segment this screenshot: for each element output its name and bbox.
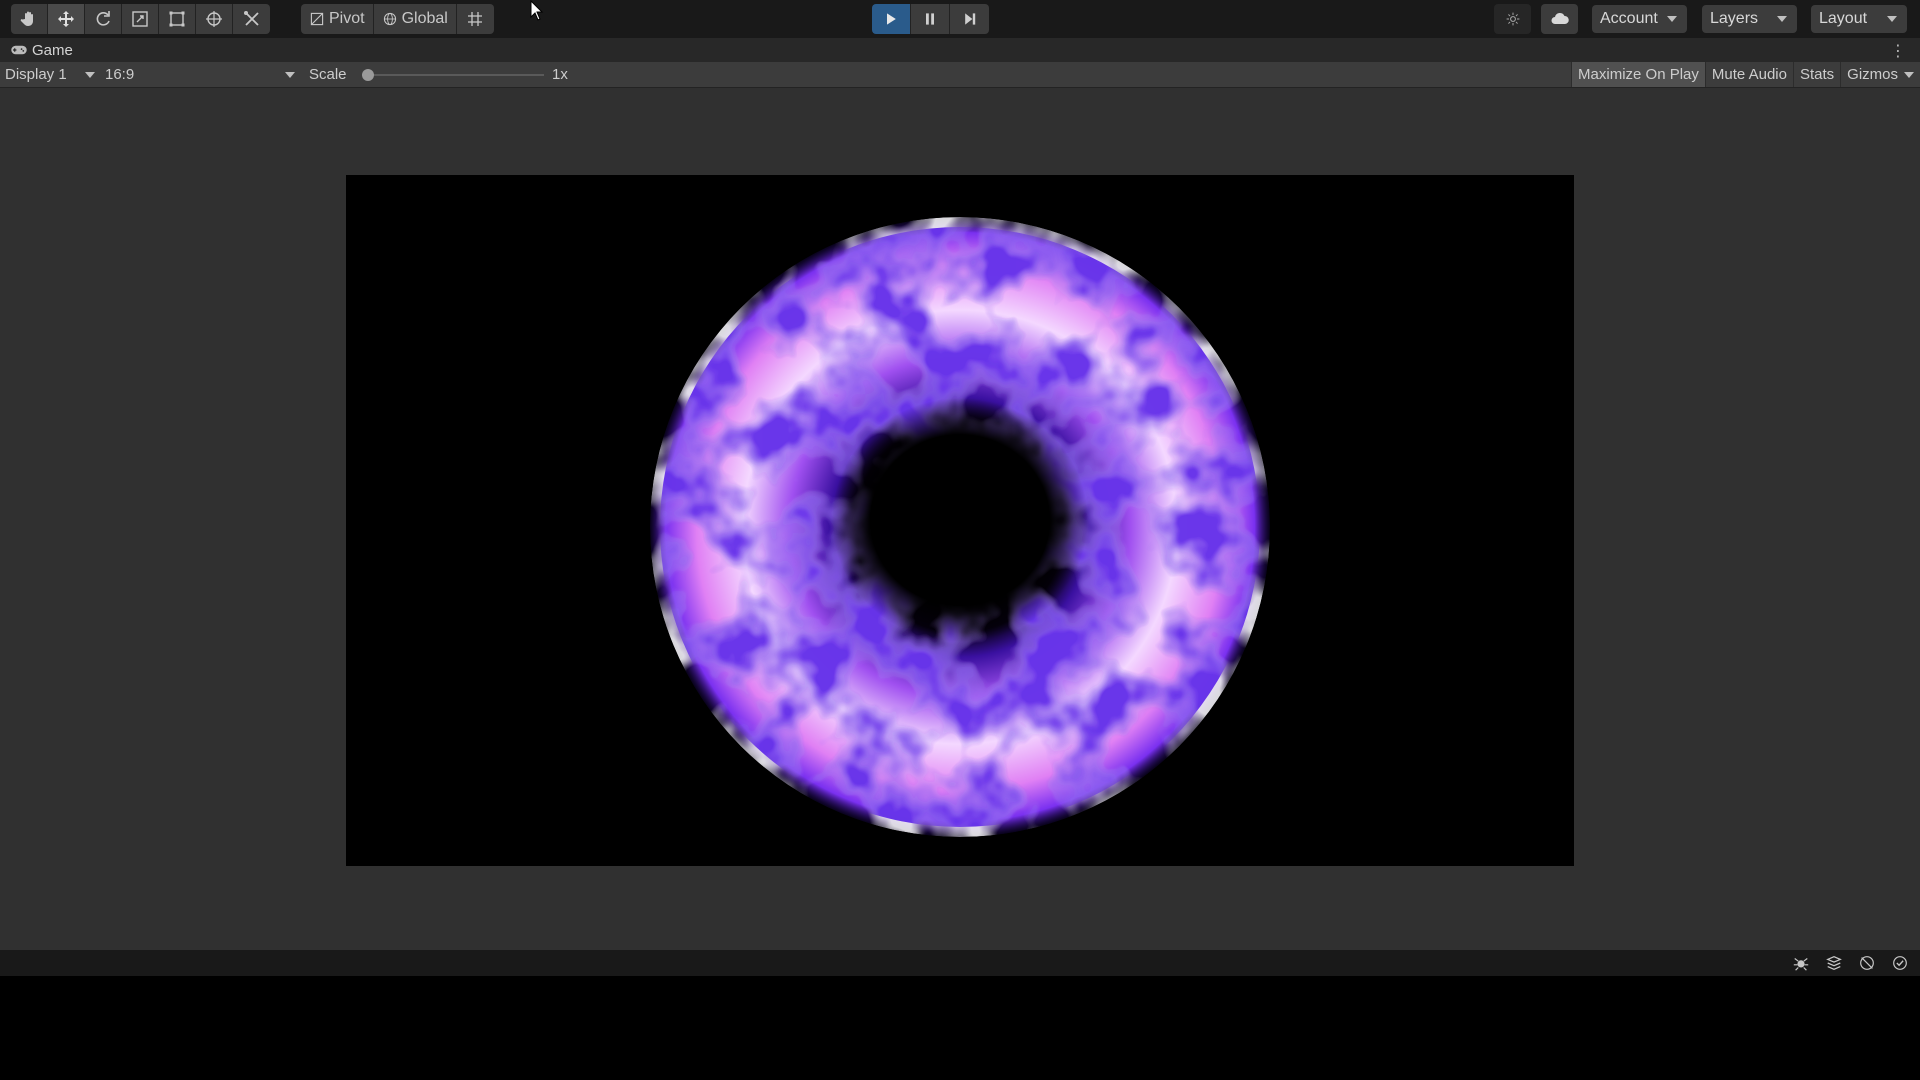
- gamepad-icon: [11, 45, 27, 55]
- layers-stack-icon[interactable]: [1824, 953, 1844, 973]
- maximize-on-play-toggle[interactable]: Maximize On Play: [1571, 62, 1705, 87]
- game-tab[interactable]: Game: [10, 42, 73, 59]
- stats-toggle[interactable]: Stats: [1792, 62, 1840, 87]
- lighting-group: [1494, 4, 1531, 34]
- aspect-dropdown[interactable]: 16:9: [105, 62, 295, 87]
- account-dropdown[interactable]: Account: [1592, 5, 1687, 33]
- custom-tools-button[interactable]: [233, 4, 270, 34]
- lighting-button[interactable]: [1494, 4, 1531, 34]
- game-view-controls: Display 1 16:9 Scale 1x Maximize On Play…: [0, 62, 1920, 88]
- chevron-down-icon: [1667, 16, 1677, 22]
- game-render-screen[interactable]: [346, 175, 1574, 866]
- status-bar: [0, 950, 1920, 976]
- gizmos-label: Gizmos: [1847, 66, 1898, 83]
- account-label: Account: [1600, 10, 1658, 27]
- chevron-down-icon: [1887, 16, 1897, 22]
- mouse-cursor-icon: [530, 0, 544, 21]
- game-tab-bar: Game ⋮: [0, 38, 1920, 62]
- cloud-icon: [1551, 12, 1569, 24]
- scale-value: 1x: [552, 66, 568, 83]
- global-toggle[interactable]: Global: [373, 4, 457, 34]
- layers-dropdown[interactable]: Layers: [1702, 5, 1797, 33]
- grid-snap-icon: [468, 12, 483, 26]
- scale-slider-handle[interactable]: [362, 69, 374, 81]
- scale-label: Scale: [309, 66, 347, 83]
- cloud-group: [1541, 4, 1578, 34]
- layers-label: Layers: [1710, 10, 1759, 27]
- global-label: Global: [401, 10, 448, 27]
- chevron-down-icon: [85, 71, 95, 78]
- game-viewport: [0, 88, 1920, 950]
- play-button[interactable]: [872, 4, 911, 34]
- pause-icon: [926, 13, 934, 25]
- rotate-icon: [96, 11, 110, 26]
- aspect-label: 16:9: [105, 66, 135, 83]
- play-icon: [887, 13, 896, 25]
- rect-tool-icon: [169, 11, 185, 27]
- game-view-options: Maximize On Play Mute Audio Stats Gizmos: [1571, 62, 1920, 87]
- handle-toggles: Pivot Global: [301, 4, 494, 34]
- layout-dropdown[interactable]: Layout: [1811, 5, 1907, 33]
- pivot-label: Pivot: [329, 10, 365, 27]
- check-circle-icon[interactable]: [1890, 953, 1910, 973]
- noise-torus-render: [346, 175, 1574, 866]
- sun-icon: [1506, 12, 1519, 26]
- custom-tools-icon: [243, 11, 259, 26]
- transform-tools: [11, 4, 270, 34]
- debug-icon[interactable]: [1791, 953, 1811, 973]
- display-label: Display 1: [5, 66, 67, 83]
- main-toolbar: Pivot Global Account Layers Layout: [0, 0, 1920, 38]
- chevron-down-icon: [1777, 16, 1787, 22]
- hand-tool-button[interactable]: [11, 4, 48, 34]
- cloud-button[interactable]: [1541, 4, 1578, 34]
- more-options-icon[interactable]: ⋮: [1890, 41, 1906, 61]
- playmode-controls: [872, 4, 989, 34]
- pivot-icon: [310, 12, 324, 26]
- step-icon: [964, 13, 975, 25]
- pause-button[interactable]: [911, 4, 950, 34]
- globe-icon: [383, 12, 396, 26]
- gizmos-dropdown[interactable]: Gizmos: [1840, 62, 1920, 87]
- chevron-down-icon: [1904, 72, 1914, 78]
- move-icon: [58, 11, 74, 27]
- transform-tool-button[interactable]: [196, 4, 233, 34]
- layout-label: Layout: [1819, 10, 1868, 27]
- chevron-down-icon: [285, 71, 295, 78]
- hand-icon: [20, 11, 33, 26]
- scale-slider[interactable]: [362, 69, 544, 81]
- move-tool-button[interactable]: [48, 4, 85, 34]
- rotate-tool-button[interactable]: [85, 4, 122, 34]
- display-dropdown[interactable]: Display 1: [5, 62, 95, 87]
- network-icon[interactable]: [1857, 953, 1877, 973]
- status-icons: [1791, 953, 1910, 973]
- rect-tool-button[interactable]: [159, 4, 196, 34]
- pivot-toggle[interactable]: Pivot: [301, 4, 374, 34]
- transform-icon: [206, 11, 222, 27]
- mute-audio-toggle[interactable]: Mute Audio: [1704, 62, 1793, 87]
- tab-title-label: Game: [32, 41, 73, 59]
- scale-icon: [132, 11, 148, 27]
- grid-snap-button[interactable]: [456, 4, 494, 34]
- scale-tool-button[interactable]: [122, 4, 159, 34]
- step-button[interactable]: [950, 4, 989, 34]
